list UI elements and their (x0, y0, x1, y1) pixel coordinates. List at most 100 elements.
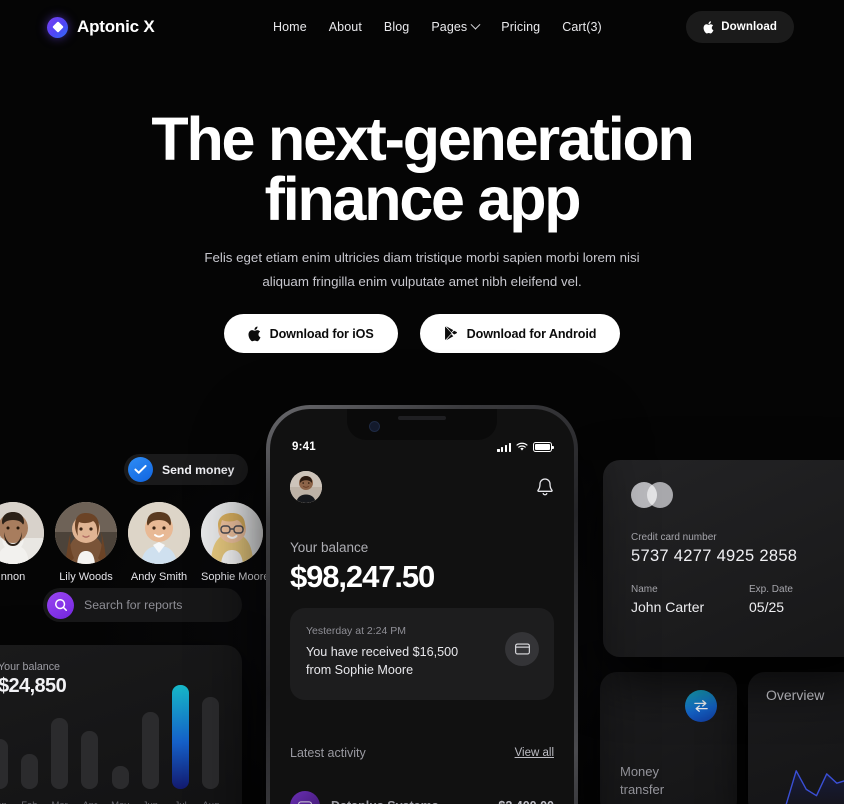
notification-text: You have received $16,500 from Sophie Mo… (306, 643, 486, 679)
mastercard-icon (631, 482, 675, 508)
card-exp-col: Exp. Date 05/25 (749, 584, 793, 615)
transfer-arrows-icon (685, 690, 717, 722)
list-item[interactable]: nnon (0, 502, 44, 583)
bar-label: Jan (0, 800, 8, 804)
brand-logo[interactable]: Aptonic X (47, 16, 155, 38)
search-icon (47, 591, 74, 619)
download-ios-button[interactable]: Download for iOS (223, 314, 398, 353)
balance-chart-card: Your balance $24,850 JanFebMarAprMayJunJ… (0, 645, 242, 804)
avatar (201, 502, 263, 564)
nav-link-pricing[interactable]: Pricing (501, 20, 540, 34)
hero-subtitle-line1: Felis eget etiam enim ultricies diam tri… (204, 250, 640, 265)
diamond-logo-icon (47, 16, 68, 38)
bar-label: Jul (172, 800, 190, 804)
bar (0, 739, 8, 789)
view-all-link[interactable]: View all (515, 747, 554, 759)
card-name-label: Name (631, 584, 658, 595)
list-item[interactable]: Sophie Moore (201, 502, 270, 583)
bar-label: Jun (141, 800, 159, 804)
transaction-name: Dataplus Systems (331, 799, 483, 804)
download-button-label: Download (721, 21, 777, 33)
people-list: nnon Lily Woods Andy Smith Sophie Moore (0, 502, 270, 583)
bar (20, 754, 38, 789)
card-name-col: Name John Carter (631, 584, 749, 615)
bar-column (111, 766, 129, 789)
card-name-value: John Carter (631, 599, 705, 615)
status-icons (497, 442, 554, 452)
bar-column (81, 731, 99, 789)
apple-icon (248, 325, 261, 341)
person-name: Andy Smith (130, 571, 188, 583)
phone-balance-label: Your balance (290, 540, 369, 555)
hero-subtitle-line2: aliquam fringilla enim vulputate amet ni… (262, 274, 582, 289)
nav-link-cart[interactable]: Cart(3) (562, 20, 602, 34)
hero-subtitle: Felis eget etiam enim ultricies diam tri… (0, 246, 844, 294)
bell-icon[interactable] (536, 477, 554, 497)
search-input[interactable]: Search for reports (43, 588, 242, 622)
notification-line1: You have received $16,500 (306, 645, 459, 659)
overview-card[interactable]: Overview (748, 672, 844, 804)
list-item[interactable]: Andy Smith (128, 502, 190, 583)
bar (51, 718, 69, 789)
money-transfer-card[interactable]: Money transfer (600, 672, 737, 804)
nav-link-home[interactable]: Home (273, 20, 307, 34)
table-row[interactable]: Dataplus Systems -$2,400.00 (290, 791, 554, 804)
download-ios-label: Download for iOS (269, 326, 374, 341)
person-name: nnon (0, 571, 26, 583)
nav-link-label: Blog (383, 20, 410, 34)
download-android-button[interactable]: Download for Android (419, 314, 621, 353)
hero-title-line2: finance app (264, 165, 582, 233)
wifi-icon (516, 442, 528, 451)
download-button[interactable]: Download (686, 11, 794, 43)
money-transfer-line2: transfer (620, 782, 665, 797)
bar (111, 766, 129, 789)
bar-column (20, 754, 38, 789)
notification-card[interactable]: Yesterday at 2:24 PM You have received $… (290, 608, 554, 700)
transaction-amount: -$2,400.00 (494, 799, 554, 804)
notification-time: Yesterday at 2:24 PM (306, 625, 407, 637)
nav-link-blog[interactable]: Blog (384, 20, 409, 34)
brand-name: Aptonic X (77, 17, 155, 36)
money-transfer-line1: Money (620, 764, 660, 779)
nav-link-label: Home (273, 20, 307, 34)
page-title: The next-generation finance app (0, 105, 844, 233)
bar-chart-labels: Jan Feb Mar Apr May Jun Jul Aug (0, 800, 230, 804)
hero-title-line1: The next-generation (151, 105, 694, 173)
battery-icon (533, 442, 554, 452)
bar-label: Apr (81, 800, 99, 804)
speaker-icon (398, 416, 446, 420)
bar-column (172, 685, 190, 789)
bar-label: Mar (51, 800, 69, 804)
phone-notch (347, 409, 497, 440)
phone-mockup: 9:41 Your balance $98,247.50 Yesterday a… (266, 405, 578, 804)
nav-link-pages[interactable]: Pages (431, 19, 481, 34)
bar-label: May (111, 800, 129, 804)
signal-bars-icon (497, 442, 511, 452)
cta-row: Download for iOS Download for Android (0, 314, 844, 353)
avatar[interactable] (290, 471, 322, 503)
status-bar: 9:41 (270, 437, 574, 457)
bar (81, 731, 99, 789)
avatar (0, 502, 44, 564)
send-money-badge[interactable]: Send money (124, 454, 249, 485)
overview-line-chart (785, 770, 844, 804)
google-play-icon (444, 326, 457, 341)
latest-activity-header: Latest activity View all (290, 746, 554, 760)
page-root: Aptonic X Home About Blog Pages Pricing … (0, 0, 844, 804)
nav-links: Home About Blog Pages Pricing Cart(3) (273, 19, 602, 34)
card-number-value: 5737 4277 4925 2858 (631, 547, 798, 565)
nav-link-about[interactable]: About (329, 20, 362, 34)
latest-activity-title: Latest activity (290, 746, 366, 760)
person-name: Sophie Moore (201, 571, 270, 583)
bar-chart (0, 683, 230, 789)
bar (141, 712, 159, 789)
card-number-label: Credit card number (631, 532, 717, 543)
bar-label: Aug (202, 800, 220, 804)
bar-column (0, 739, 8, 789)
nav-link-label: Cart(3) (562, 20, 602, 34)
bar-column (202, 697, 220, 789)
send-money-label: Send money (162, 462, 235, 477)
list-item[interactable]: Lily Woods (55, 502, 117, 583)
navbar: Aptonic X Home About Blog Pages Pricing … (0, 0, 844, 54)
check-circle-icon (128, 457, 153, 482)
